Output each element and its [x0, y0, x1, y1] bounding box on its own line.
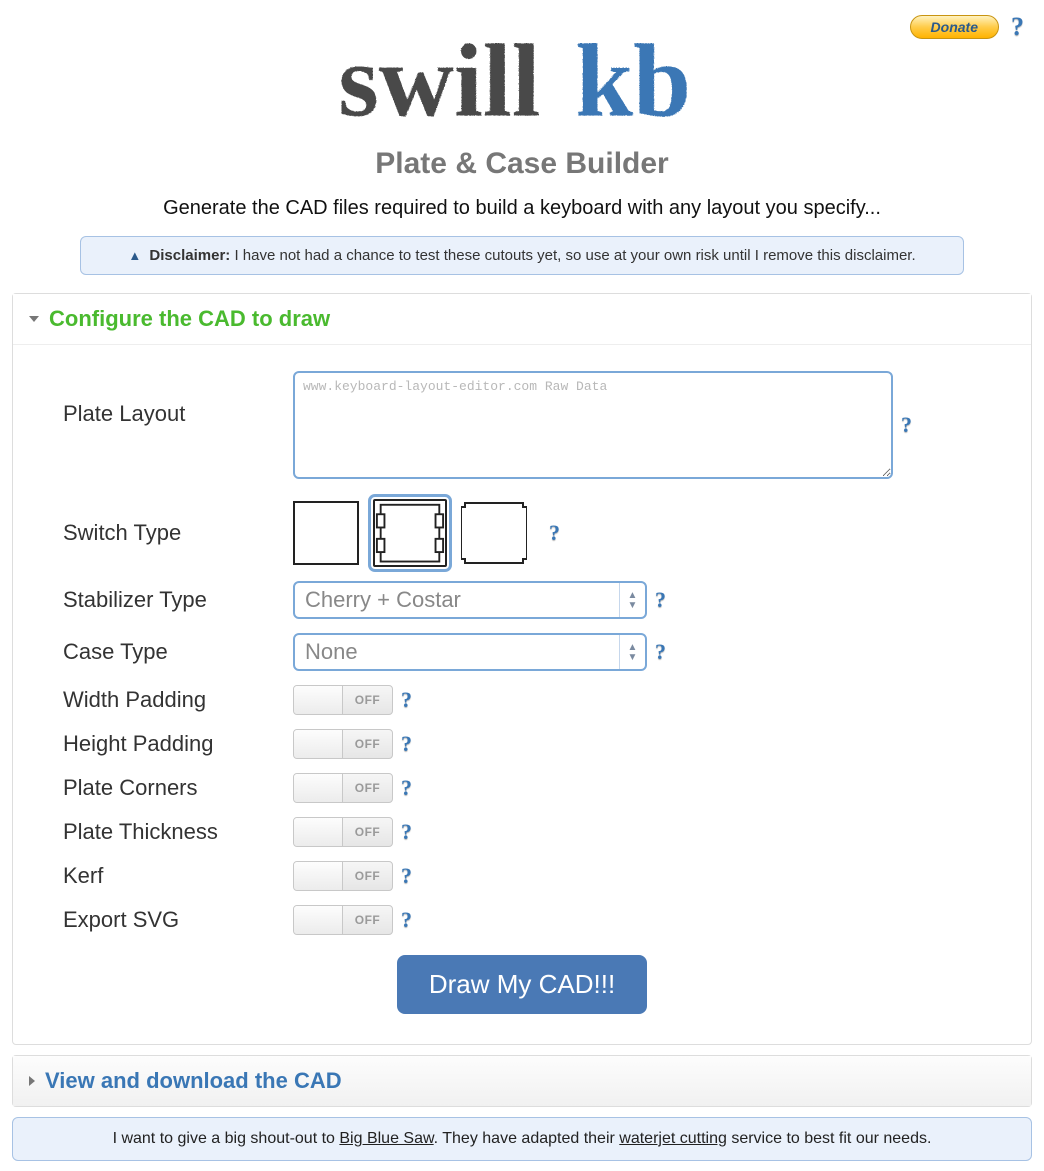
stabilizer-type-value: Cherry + Costar [295, 583, 619, 617]
footer-text-mid: . They have adapted their [434, 1130, 620, 1147]
width-padding-label: Width Padding [43, 687, 293, 713]
big-blue-saw-link[interactable]: Big Blue Saw [339, 1130, 433, 1147]
page-tagline: Generate the CAD files required to build… [10, 197, 1034, 220]
draw-cad-button[interactable]: Draw My CAD!!! [397, 955, 647, 1014]
configure-section-header[interactable]: Configure the CAD to draw [13, 294, 1031, 345]
help-icon[interactable]: ? [401, 775, 412, 801]
plate-layout-label: Plate Layout [43, 371, 293, 427]
disclaimer-banner: ▲ Disclaimer: I have not had a chance to… [80, 236, 964, 275]
configure-section: Configure the CAD to draw Plate Layout ?… [12, 293, 1032, 1045]
kerf-toggle[interactable]: OFF [293, 861, 393, 891]
donate-button[interactable]: Donate [910, 15, 999, 39]
footer-text-post: service to best fit our needs. [727, 1130, 932, 1147]
export-svg-toggle[interactable]: OFF [293, 905, 393, 935]
help-icon[interactable]: ? [401, 907, 412, 933]
switch-type-option-3[interactable] [461, 501, 527, 565]
toggle-off-label: OFF [343, 818, 392, 846]
help-icon[interactable]: ? [901, 412, 912, 438]
switch-type-label: Switch Type [43, 520, 293, 546]
toggle-off-label: OFF [343, 906, 392, 934]
download-section: View and download the CAD [12, 1055, 1032, 1107]
toggle-off-label: OFF [343, 730, 392, 758]
plate-layout-input[interactable] [293, 371, 893, 479]
help-icon[interactable]: ? [401, 731, 412, 757]
help-icon[interactable]: ? [655, 639, 666, 665]
plate-corners-toggle[interactable]: OFF [293, 773, 393, 803]
footer-banner: I want to give a big shout-out to Big Bl… [12, 1117, 1032, 1161]
width-padding-toggle[interactable]: OFF [293, 685, 393, 715]
help-icon[interactable]: ? [401, 819, 412, 845]
export-svg-label: Export SVG [43, 907, 293, 933]
switch-type-option-1[interactable] [293, 501, 359, 565]
download-section-title: View and download the CAD [45, 1068, 342, 1094]
select-arrows-icon: ▲▼ [619, 635, 645, 669]
svg-text:swill: swill [338, 23, 540, 138]
case-type-value: None [295, 635, 619, 669]
download-section-header[interactable]: View and download the CAD [13, 1056, 1031, 1106]
toggle-off-label: OFF [343, 862, 392, 890]
caret-down-icon [29, 316, 39, 322]
caret-right-icon [29, 1076, 35, 1086]
disclaimer-label: Disclaimer: [149, 247, 230, 264]
waterjet-cutting-link[interactable]: waterjet cutting [619, 1130, 727, 1147]
plate-thickness-toggle[interactable]: OFF [293, 817, 393, 847]
case-type-label: Case Type [43, 639, 293, 665]
plate-corners-label: Plate Corners [43, 775, 293, 801]
help-icon[interactable]: ? [655, 587, 666, 613]
stabilizer-type-select[interactable]: Cherry + Costar ▲▼ [293, 581, 647, 619]
page-subtitle: Plate & Case Builder [10, 147, 1034, 181]
toggle-off-label: OFF [343, 774, 392, 802]
kerf-label: Kerf [43, 863, 293, 889]
help-icon[interactable]: ? [549, 520, 560, 546]
switch-type-option-2[interactable] [373, 499, 447, 567]
height-padding-label: Height Padding [43, 731, 293, 757]
help-icon[interactable]: ? [401, 687, 412, 713]
footer-text-pre: I want to give a big shout-out to [113, 1130, 340, 1147]
svg-text:kb: kb [575, 23, 691, 138]
case-type-select[interactable]: None ▲▼ [293, 633, 647, 671]
toggle-off-label: OFF [343, 686, 392, 714]
stabilizer-type-label: Stabilizer Type [43, 587, 293, 613]
disclaimer-text: I have not had a chance to test these cu… [230, 247, 915, 264]
configure-section-title: Configure the CAD to draw [49, 306, 330, 332]
plate-thickness-label: Plate Thickness [43, 819, 293, 845]
height-padding-toggle[interactable]: OFF [293, 729, 393, 759]
select-arrows-icon: ▲▼ [619, 583, 645, 617]
help-icon[interactable]: ? [401, 863, 412, 889]
logo: swill kb [10, 20, 1034, 145]
help-icon[interactable]: ? [1011, 12, 1024, 42]
warning-icon: ▲ [128, 248, 141, 263]
